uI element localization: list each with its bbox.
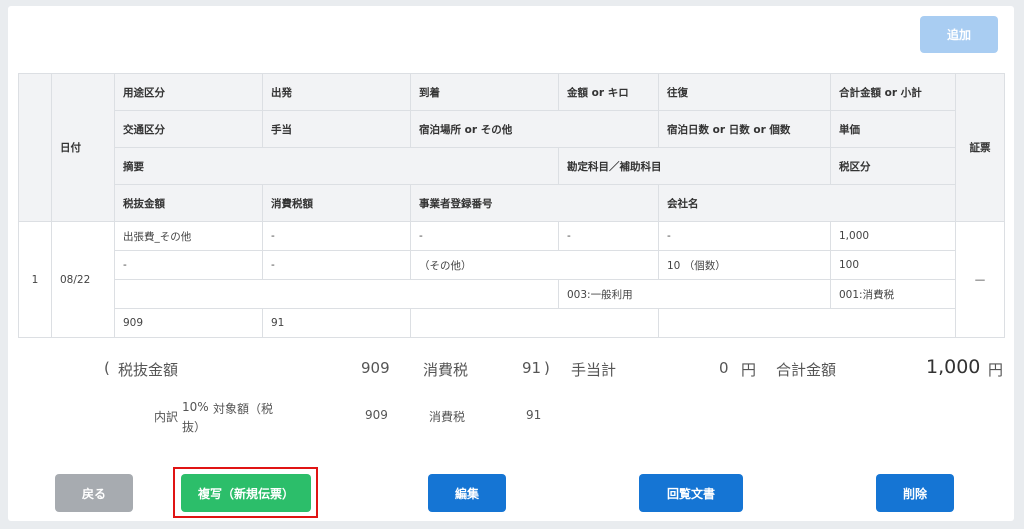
edit-button[interactable]: 編集 (428, 474, 506, 512)
table-row: 1 08/22 出張費_その他 - - - - 1,000 — (18, 221, 1005, 338)
close-paren: ) (544, 359, 550, 377)
header-total: 合計金額 or 小計 (830, 73, 956, 111)
table-row: 909 91 (19, 308, 1005, 338)
taxable-base-value: 909 (365, 408, 388, 422)
cell-days: 10 （個数） (658, 250, 831, 280)
taxable-base-label-cont: 抜） (182, 420, 207, 434)
allowance-value: 0 (719, 359, 729, 377)
cell-round-trip: - (658, 221, 831, 251)
cell-unit-price: 100 (830, 250, 956, 280)
total-label: 合計金額 (776, 361, 837, 379)
total-value: 1,000 (926, 356, 981, 378)
tax-rate-label: 10% (182, 400, 209, 414)
yen-unit: 円 (988, 361, 1004, 379)
header-allowance: 手当 (262, 110, 411, 148)
header-row-1: 日付 用途区分 出発 到着 金額 or キロ 往復 合計金額 or 小計 証票 (18, 73, 1005, 222)
allowance-label: 手当計 (571, 361, 617, 379)
header-tax-category: 税区分 (830, 147, 956, 185)
tax-value: 91 (522, 359, 542, 377)
header-lodging: 宿泊場所 or その他 (410, 110, 659, 148)
cell-registration-no (410, 308, 659, 338)
header-row-4: 税抜金額 消費税額 事業者登録番号 会社名 (19, 184, 1005, 222)
header-receipt: 証票 (955, 73, 1005, 222)
pretax-label: 税抜金額 (118, 361, 179, 379)
cell-company (658, 308, 956, 338)
header-account: 勘定科目／補助科目 (558, 147, 831, 185)
cell-receipt: — (955, 221, 1005, 338)
header-date: 日付 (51, 73, 115, 222)
pretax-value: 909 (361, 359, 390, 377)
breakdown-label: 内訳 (154, 410, 179, 424)
cell-allowance: - (262, 250, 411, 280)
cell-amount-km: - (558, 221, 659, 251)
header-days: 宿泊日数 or 日数 or 個数 (658, 110, 831, 148)
header-tax-amount: 消費税額 (262, 184, 411, 222)
header-usage: 用途区分 (114, 73, 263, 111)
header-departure: 出発 (262, 73, 411, 111)
cell-tax-amount: 91 (262, 308, 411, 338)
row-number: 1 (18, 221, 52, 338)
header-pretax: 税抜金額 (114, 184, 263, 222)
cell-usage: 出張費_その他 (114, 221, 263, 251)
table-row: - - （その他） 10 （個数） 100 (19, 250, 1005, 280)
copy-new-voucher-button[interactable]: 複写（新規伝票） (181, 474, 311, 512)
header-row-2: 交通区分 手当 宿泊場所 or その他 宿泊日数 or 日数 or 個数 単価 (19, 110, 1005, 148)
cell-lodging: （その他） (410, 250, 659, 280)
tax-label: 消費税 (423, 361, 469, 379)
voucher-card: 追加 日付 用途区分 出発 到着 金額 or キロ 往復 合計金額 or 小計 … (8, 6, 1014, 521)
header-row-3: 摘要 勘定科目／補助科目 税区分 (19, 147, 1005, 185)
header-registration-no: 事業者登録番号 (410, 184, 659, 222)
cell-tax-category: 001:消費税 (830, 279, 956, 309)
circulation-document-button[interactable]: 回覧文書 (639, 474, 743, 512)
header-summary: 摘要 (114, 147, 559, 185)
cell-summary (114, 279, 559, 309)
back-button[interactable]: 戻る (55, 474, 133, 512)
open-paren: ( (104, 359, 110, 377)
cell-account: 003:一般利用 (558, 279, 831, 309)
delete-button[interactable]: 削除 (876, 474, 954, 512)
cell-arrival: - (410, 221, 559, 251)
header-no (18, 73, 52, 222)
table-row: 003:一般利用 001:消費税 (19, 279, 1005, 309)
row-date: 08/22 (51, 221, 115, 338)
add-button[interactable]: 追加 (920, 16, 998, 53)
sub-tax-value: 91 (526, 408, 542, 422)
yen-unit: 円 (741, 361, 757, 379)
header-amount-km: 金額 or キロ (558, 73, 659, 111)
header-unit-price: 単価 (830, 110, 956, 148)
cell-total: 1,000 (830, 221, 956, 251)
cell-transport: - (114, 250, 263, 280)
expense-detail-table: 日付 用途区分 出発 到着 金額 or キロ 往復 合計金額 or 小計 証票 … (18, 73, 1005, 338)
cell-departure: - (262, 221, 411, 251)
header-transport: 交通区分 (114, 110, 263, 148)
cell-pretax: 909 (114, 308, 263, 338)
header-arrival: 到着 (410, 73, 559, 111)
header-round-trip: 往復 (658, 73, 831, 111)
taxable-base-label: 対象額（税 (213, 402, 274, 416)
header-company: 会社名 (658, 184, 956, 222)
sub-tax-label: 消費税 (429, 410, 466, 424)
